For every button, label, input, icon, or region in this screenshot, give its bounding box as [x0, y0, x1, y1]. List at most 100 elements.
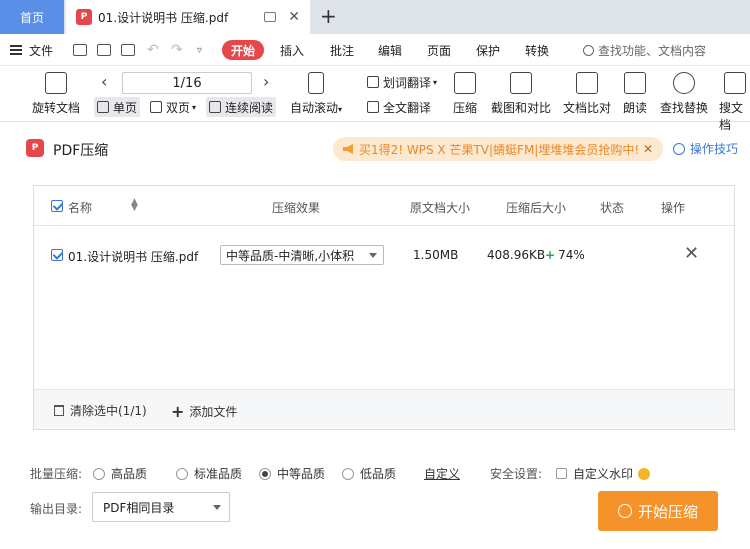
compress-effect-value: 中等品质-中清晰,小体积 — [226, 248, 355, 263]
pdf-compress-logo-icon: P — [26, 139, 44, 157]
compress-button[interactable]: 压缩 — [453, 66, 477, 116]
word-translate-label: 划词翻译 — [383, 75, 432, 90]
document-compare-label: 文档比对 — [563, 101, 612, 115]
add-file-button[interactable]: + 添加文件 — [171, 402, 237, 421]
output-directory-select[interactable]: PDF相同目录 — [92, 492, 230, 522]
screenshot-compare-label: 截图和对比 — [491, 101, 552, 115]
header-original-size: 原文档大小 — [410, 201, 471, 215]
single-page-label: 单页 — [113, 100, 138, 115]
next-page-icon[interactable]: › — [263, 72, 269, 91]
search-document-button[interactable]: 搜文档 — [719, 66, 750, 133]
trash-icon — [54, 405, 64, 416]
rotate-icon — [45, 72, 67, 94]
menu-comment[interactable]: 批注 — [330, 34, 354, 66]
add-file-label: 添加文件 — [189, 405, 238, 419]
word-translate-button[interactable]: 划词翻译 ▾ — [364, 72, 440, 92]
start-compress-button[interactable]: 开始压缩 — [598, 491, 718, 531]
chevron-down-icon — [213, 505, 221, 510]
premium-coin-icon — [638, 467, 651, 480]
row-original-size: 1.50MB — [413, 248, 459, 262]
menu-edit[interactable]: 编辑 — [378, 34, 402, 66]
compress-action-icon — [617, 504, 632, 518]
translate-icon — [367, 76, 379, 88]
clear-selected-button[interactable]: 清除选中(1/1) — [54, 402, 147, 419]
plus-icon: + — [171, 402, 185, 421]
compress-effect-select[interactable]: 中等品质-中清晰,小体积 — [220, 245, 384, 265]
find-replace-button[interactable]: 查找替换 — [660, 66, 708, 116]
tab-document[interactable]: P 01.设计说明书 压缩.pdf ✕ — [66, 0, 310, 34]
monitor-icon[interactable] — [264, 12, 277, 22]
ribbon-toolbar: 旋转文档 ‹ 1/16 › 单页 双页 ▾ 连续阅读 自动滚动▾ 划词翻译 ▾ … — [0, 66, 750, 132]
auto-scroll-label: 自动滚动 — [290, 101, 339, 115]
double-page-button[interactable]: 双页 ▾ — [147, 97, 199, 117]
rotate-label: 旋转文档 — [32, 101, 81, 115]
auto-scroll-icon — [308, 72, 325, 94]
header-effect: 压缩效果 — [272, 201, 321, 215]
header-name[interactable]: 名称 — [68, 199, 92, 216]
batch-compress-label: 批量压缩: — [30, 467, 83, 481]
undo-icon[interactable]: ↶ — [147, 34, 159, 66]
continuous-read-button[interactable]: 连续阅读 — [206, 97, 277, 117]
speaker-icon — [343, 144, 353, 154]
row-ratio: +74% — [545, 248, 585, 262]
page-number-input[interactable]: 1/16 — [122, 72, 252, 94]
redo-icon[interactable]: ↷ — [171, 34, 183, 66]
screenshot-compare-button[interactable]: 截图和对比 — [491, 66, 551, 116]
output-directory-label: 输出目录: — [30, 502, 83, 516]
quick-access-dropdown-icon[interactable]: ▿ — [197, 34, 202, 66]
tab-home[interactable]: 首页 — [0, 0, 64, 34]
menu-file[interactable]: 文件 — [10, 34, 53, 66]
rotate-document-button[interactable]: 旋转文档 — [32, 66, 80, 116]
function-search[interactable]: 查找功能、文档内容 — [583, 34, 706, 66]
custom-watermark-checkbox[interactable]: 自定义水印 — [556, 465, 651, 482]
row-checkbox[interactable] — [51, 249, 63, 261]
radio-circle-icon — [176, 467, 188, 480]
full-translate-button[interactable]: 全文翻译 — [364, 97, 434, 117]
pdf-icon: P — [76, 9, 92, 25]
save-icon[interactable] — [97, 34, 111, 66]
print-icon[interactable] — [121, 34, 135, 66]
menu-start[interactable]: 开始 — [222, 40, 265, 60]
row-ratio-value: 74% — [558, 248, 585, 262]
select-all-checkbox[interactable] — [51, 200, 63, 212]
chevron-down-icon — [369, 253, 377, 258]
radio-selected-icon — [259, 467, 271, 480]
operation-tips-link[interactable]: 操作技巧 — [673, 140, 738, 157]
compress-icon — [454, 72, 476, 94]
promo-text: 买1得2! WPS X 芒果TV|蜻蜓FM|埋堆堆会员抢购中! — [359, 142, 640, 157]
single-page-button[interactable]: 单页 — [94, 97, 141, 117]
radio-circle-icon — [342, 467, 354, 480]
header-compressed-size: 压缩后大小 — [506, 201, 567, 215]
radio-standard-quality[interactable]: 标准品质 — [176, 465, 242, 482]
menu-page[interactable]: 页面 — [427, 34, 451, 66]
operation-tips-label: 操作技巧 — [690, 142, 739, 156]
read-aloud-button[interactable]: 朗读 — [623, 66, 647, 116]
sort-icon[interactable]: ▲ ▼ — [131, 198, 138, 213]
find-replace-label: 查找替换 — [660, 101, 709, 115]
auto-scroll-button[interactable]: 自动滚动▾ — [290, 66, 342, 116]
close-tab-icon[interactable]: ✕ — [288, 9, 300, 25]
search-document-icon — [723, 72, 746, 94]
menu-protect[interactable]: 保护 — [476, 34, 500, 66]
prev-page-icon[interactable]: ‹ — [101, 72, 107, 91]
security-settings-label: 安全设置: — [490, 467, 543, 481]
new-tab-icon[interactable]: + — [320, 4, 337, 28]
close-promo-icon[interactable]: ✕ — [643, 142, 653, 156]
open-icon[interactable] — [73, 34, 87, 66]
clear-selected-label: 清除选中(1/1) — [70, 404, 147, 418]
document-compare-button[interactable]: 文档比对 — [563, 66, 611, 116]
radio-high-quality[interactable]: 高品质 — [93, 465, 147, 482]
menu-convert[interactable]: 转换 — [525, 34, 549, 66]
menu-file-label: 文件 — [29, 43, 54, 58]
remove-row-icon[interactable]: ✕ — [684, 243, 699, 264]
promo-banner[interactable]: 买1得2! WPS X 芒果TV|蜻蜓FM|埋堆堆会员抢购中! ✕ — [333, 137, 663, 161]
radio-standard-quality-label: 标准品质 — [194, 467, 243, 481]
radio-medium-quality[interactable]: 中等品质 — [259, 465, 325, 482]
start-compress-label: 开始压缩 — [637, 502, 698, 521]
custom-link[interactable]: 自定义 — [424, 465, 460, 482]
menu-insert[interactable]: 插入 — [280, 34, 304, 66]
radio-low-quality[interactable]: 低品质 — [342, 465, 396, 482]
search-icon — [583, 44, 594, 56]
table-header: 名称 ▲ ▼ 压缩效果 原文档大小 压缩后大小 状态 操作 — [34, 186, 734, 226]
find-icon — [673, 72, 695, 94]
